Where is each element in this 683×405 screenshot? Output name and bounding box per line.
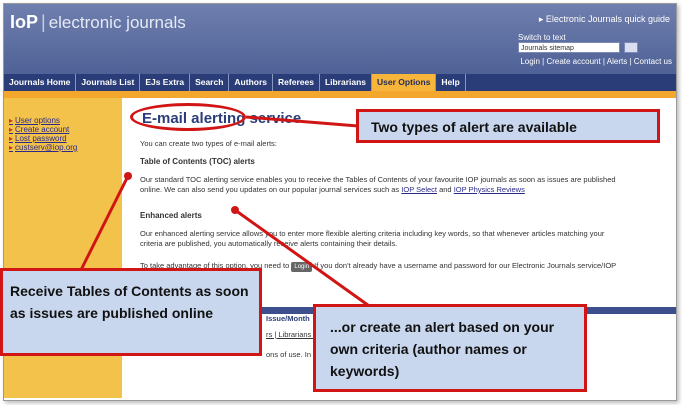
title-highlight-ellipse — [130, 103, 246, 131]
callout-toc: Receive Tables of Contents as soon as is… — [0, 268, 262, 356]
bullet-icon: ▸ — [9, 116, 14, 125]
sidebar-item-label: Create account — [15, 125, 70, 134]
logo-mark: IoP — [10, 12, 39, 32]
sidebar-item-user-options[interactable]: ▸ User options — [9, 116, 60, 125]
nav-underline — [4, 91, 676, 98]
logo-separator: | — [41, 12, 46, 32]
toc-text-line-1: Our standard TOC alerting service enable… — [140, 175, 616, 184]
nav-ejs-extra[interactable]: EJs Extra — [140, 74, 191, 91]
journals-sitemap-select[interactable]: Journals sitemap — [518, 42, 620, 53]
nav-librarians[interactable]: Librarians — [320, 74, 373, 91]
nav-help[interactable]: Help — [436, 74, 466, 91]
sidebar-item-lost-password[interactable]: ▸ Lost password — [9, 134, 67, 143]
toc-heading: Table of Contents (TOC) alerts — [140, 157, 255, 166]
toc-and: and — [439, 185, 452, 194]
go-button[interactable] — [624, 42, 638, 53]
sidebar-item-create-account[interactable]: ▸ Create account — [9, 125, 69, 134]
site-header: IoP | electronic journals ▸ Electronic Jou… — [4, 4, 676, 74]
terms-text: ons of use. In p — [266, 350, 318, 359]
main-nav: Journals Home Journals List EJs Extra Se… — [4, 74, 676, 91]
enhanced-marker-dot — [231, 206, 239, 214]
bullet-icon: ▸ — [9, 143, 14, 152]
site-logo[interactable]: IoP | electronic journals — [10, 12, 186, 33]
sidebar-item-email[interactable]: ▸ custserv@iop.org — [9, 143, 77, 152]
issue-month-label: Issue/Month — [266, 314, 310, 323]
nav-search[interactable]: Search — [190, 74, 230, 91]
sidebar-item-label: User options — [15, 116, 60, 125]
enhanced-text-line-2: criteria are published, you automaticall… — [140, 239, 398, 248]
nav-referees[interactable]: Referees — [273, 74, 320, 91]
toc-text: Our standard TOC alerting service enable… — [140, 175, 666, 195]
account-links[interactable]: Login | Create account | Alerts | Contac… — [520, 57, 672, 66]
sidebar-item-label: custserv@iop.org — [15, 143, 78, 152]
iop-physics-reviews-link[interactable]: IOP Physics Reviews — [454, 185, 525, 194]
enhanced-text: Our enhanced alerting service allows you… — [140, 229, 666, 249]
enhanced-text-line-1: Our enhanced alerting service allows you… — [140, 229, 605, 238]
quick-guide-link[interactable]: ▸ Electronic Journals quick guide — [539, 14, 670, 25]
logo-text: electronic journals — [48, 13, 186, 32]
enhanced-heading: Enhanced alerts — [140, 211, 202, 220]
switch-to-text-link[interactable]: Switch to text — [518, 33, 566, 42]
nav-authors[interactable]: Authors — [229, 74, 274, 91]
nav-journals-home[interactable]: Journals Home — [4, 74, 77, 91]
bullet-icon: ▸ — [9, 125, 14, 134]
nav-journals-list[interactable]: Journals List — [76, 74, 141, 91]
bullet-icon: ▸ — [9, 134, 14, 143]
sidebar-item-label: Lost password — [15, 134, 67, 143]
iop-select-link[interactable]: IOP Select — [401, 185, 437, 194]
callout-two-types: Two types of alert are available — [356, 109, 660, 143]
advantage-text-2: If you don't already have a username and… — [314, 261, 617, 270]
nav-user-options[interactable]: User Options — [372, 74, 437, 91]
footer-links[interactable]: rs | Librarians | — [266, 330, 315, 339]
toc-marker-dot — [124, 172, 132, 180]
login-button[interactable]: Login — [291, 262, 313, 272]
callout-criteria: ...or create an alert based on your own … — [313, 304, 587, 392]
toc-text-line-2: online. We can also send you updates on … — [140, 185, 400, 194]
